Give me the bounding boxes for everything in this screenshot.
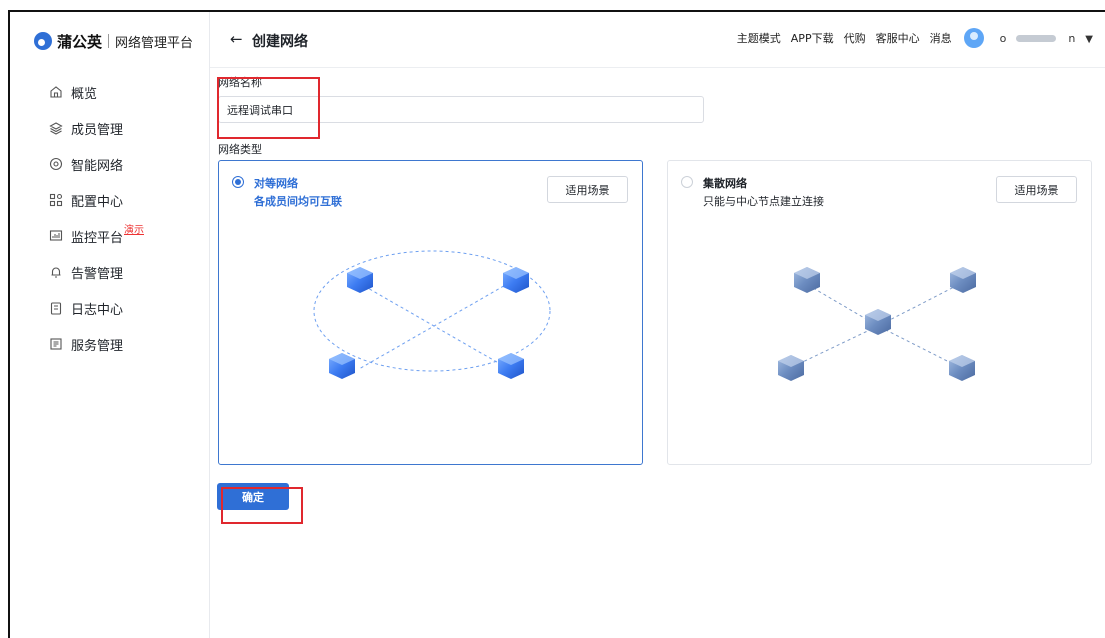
home-icon: [49, 85, 63, 99]
grid-icon: [49, 193, 63, 207]
sidebar-item-label: 概览: [71, 86, 98, 102]
monitor-icon: [49, 229, 63, 243]
sidebar-item-label: 监控平台: [71, 230, 124, 246]
sidebar-item-config-center[interactable]: 配置中心: [10, 182, 209, 218]
redacted-username: [1016, 35, 1057, 42]
dandelion-logo-icon: [34, 32, 52, 50]
sidebar-item-overview[interactable]: 概览: [10, 74, 209, 110]
network-type-label: 网络类型: [218, 143, 262, 156]
node-cube: [778, 355, 804, 381]
demo-badge: 演示: [124, 225, 144, 236]
hub-network-diagram: [778, 267, 976, 381]
hub-network-option[interactable]: 集散网络 只能与中心节点建立连接 适用场景: [667, 160, 1092, 465]
logo-text: 蒲公英: [57, 32, 103, 51]
back-arrow-icon[interactable]: ←: [230, 30, 243, 48]
app-download-link[interactable]: APP下载: [791, 30, 834, 46]
sidebar-item-label: 成员管理: [71, 122, 124, 138]
node-cube: [949, 355, 975, 381]
sidebar-item-smart-network[interactable]: 智能网络: [10, 146, 209, 182]
list-doc-icon: [49, 337, 63, 351]
support-center-link[interactable]: 客服中心: [876, 30, 920, 46]
node-cube: [950, 267, 976, 293]
peer-network-option[interactable]: 对等网络 各成员间均可互联 适用场景: [218, 160, 643, 465]
logo-divider: [108, 34, 110, 48]
sidebar: 蒲公英 网络管理平台 概览 成员管理 智能网络 配置中心 监控平台 演示 告警管…: [10, 12, 210, 638]
node-cube: [498, 353, 524, 379]
network-circle-icon: [49, 157, 63, 171]
clipboard-icon: [49, 301, 63, 315]
page-title: 创建网络: [252, 34, 308, 50]
sidebar-nav: 概览 成员管理 智能网络 配置中心 监控平台 演示 告警管理 日志中心 服务管理: [10, 74, 209, 362]
node-cube: [503, 267, 529, 293]
sidebar-item-logs[interactable]: 日志中心: [10, 290, 209, 326]
sidebar-item-services[interactable]: 服务管理: [10, 326, 209, 362]
messages-link[interactable]: 消息: [930, 30, 952, 46]
bell-icon: [49, 265, 63, 279]
node-cube: [347, 267, 373, 293]
avatar[interactable]: [963, 28, 984, 48]
user-menu[interactable]: o n ▼: [990, 32, 1093, 45]
node-cube: [794, 267, 820, 293]
user-name-prefix: o: [999, 31, 1007, 45]
sidebar-item-members[interactable]: 成员管理: [10, 110, 209, 146]
sidebar-item-label: 告警管理: [71, 266, 124, 282]
sidebar-item-label: 智能网络: [71, 158, 124, 174]
node-cube: [329, 353, 355, 379]
annotation-highlight-name: [217, 77, 320, 139]
sidebar-item-label: 日志中心: [71, 302, 124, 318]
sidebar-item-alerts[interactable]: 告警管理: [10, 254, 209, 290]
annotation-highlight-confirm: [221, 487, 303, 524]
peer-network-diagram: [313, 250, 551, 379]
sidebar-item-label: 配置中心: [71, 194, 124, 210]
theme-mode-link[interactable]: 主题模式: [737, 30, 781, 46]
caret-down-icon: ▼: [1085, 33, 1093, 45]
top-links: 主题模式 APP下载 代购 客服中心 消息 o n ▼: [727, 28, 1093, 48]
top-header: ← 创建网络 主题模式 APP下载 代购 客服中心 消息 o n ▼: [210, 12, 1105, 68]
sidebar-item-monitor[interactable]: 监控平台 演示: [10, 218, 209, 254]
layers-icon: [49, 121, 63, 135]
logo[interactable]: 蒲公英 网络管理平台: [34, 30, 193, 52]
sidebar-item-label: 服务管理: [71, 338, 124, 354]
user-name-suffix: n: [1068, 31, 1076, 45]
logo-subtitle: 网络管理平台: [115, 35, 194, 51]
purchase-link[interactable]: 代购: [844, 30, 866, 46]
